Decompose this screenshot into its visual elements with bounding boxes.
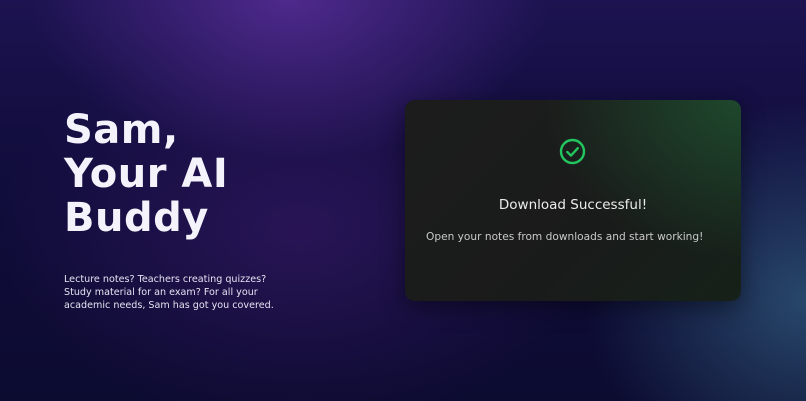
hero-title-line-1: Sam, — [64, 107, 179, 153]
hero-title-line-3: Buddy — [64, 195, 209, 241]
hero-description: Lecture notes? Teachers creating quizzes… — [64, 274, 274, 311]
download-success-card: Download Successful! Open your notes fro… — [405, 100, 741, 301]
download-success-message: Open your notes from downloads and start… — [426, 231, 704, 243]
check-circle-icon — [559, 138, 586, 165]
hero-title-line-2: Your AI — [64, 151, 229, 197]
download-success-title: Download Successful! — [498, 197, 648, 213]
hero-title: Sam, Your AI Buddy — [64, 108, 228, 240]
